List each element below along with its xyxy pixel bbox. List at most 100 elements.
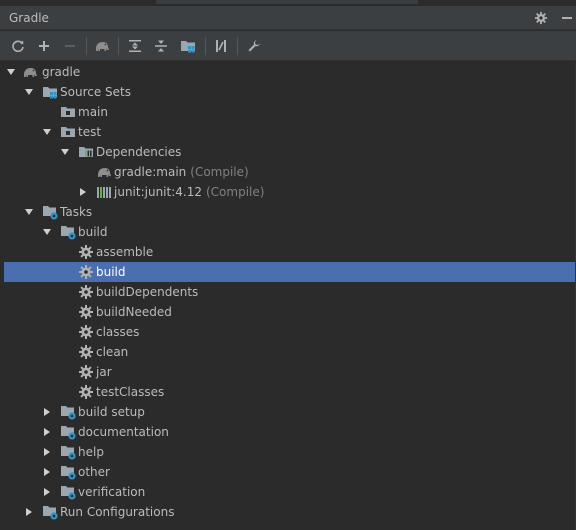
panel-title: Gradle	[9, 11, 49, 25]
tree-node-dep-gradle-main[interactable]: gradle:main (Compile)	[0, 162, 576, 182]
task-folder-icon	[60, 224, 76, 240]
expand-all-icon	[129, 40, 141, 52]
chevron-down-icon[interactable]	[42, 227, 52, 237]
task-label: build	[96, 265, 126, 279]
chevron-down-icon[interactable]	[24, 87, 34, 97]
task-label: jar	[96, 365, 112, 379]
task-folder-icon	[60, 424, 76, 440]
tree-node-label: documentation	[78, 425, 169, 439]
chevron-down-icon[interactable]	[24, 207, 34, 217]
tree-node-dep-junit[interactable]: junit:junit:4.12 (Compile)	[0, 182, 576, 202]
tree-node-label: help	[78, 445, 104, 459]
chevron-down-icon[interactable]	[42, 127, 52, 137]
chevron-right-icon[interactable]	[42, 447, 52, 457]
task-assemble[interactable]: assemble	[0, 242, 576, 262]
tree-node-dependencies[interactable]: Dependencies	[0, 142, 576, 162]
dependency-name: gradle:main	[114, 165, 187, 179]
task-build-selected[interactable]: build	[4, 262, 576, 282]
gradle-elephant-icon	[94, 38, 110, 54]
group-modules-button[interactable]	[179, 37, 197, 55]
chevron-right-icon[interactable]	[42, 467, 52, 477]
editor-tab-strip	[156, 0, 418, 4]
chevron-right-icon[interactable]	[42, 487, 52, 497]
gear-icon	[78, 364, 94, 380]
task-clean[interactable]: clean	[0, 342, 576, 362]
task-folder-icon	[60, 464, 76, 480]
folder-modules-icon	[42, 84, 58, 100]
tree-node-label: test	[78, 125, 102, 139]
tree-node-run-configurations[interactable]: Run Configurations	[0, 502, 576, 522]
tree-node-gradle[interactable]: gradle	[0, 62, 576, 82]
task-classes[interactable]: classes	[0, 322, 576, 342]
gradle-elephant-icon	[96, 164, 112, 180]
gear-icon	[78, 284, 94, 300]
task-label: classes	[96, 325, 140, 339]
task-label: clean	[96, 345, 129, 359]
toolbar-separator	[86, 37, 87, 55]
dependencies-folder-icon	[78, 144, 94, 160]
plus-icon	[39, 41, 49, 51]
minus-icon	[65, 45, 75, 47]
chevron-right-icon[interactable]	[78, 187, 88, 197]
gear-icon	[78, 264, 94, 280]
tree-node-source-sets[interactable]: Source Sets	[0, 82, 576, 102]
minus-icon[interactable]	[558, 9, 576, 27]
dependency-scope: (Compile)	[205, 185, 265, 199]
toolbar-separator	[118, 37, 119, 55]
gear-icon[interactable]	[532, 9, 550, 27]
collapse-all-button[interactable]	[152, 37, 170, 55]
remove-button[interactable]	[61, 37, 79, 55]
task-testClasses[interactable]: testClasses	[0, 382, 576, 402]
tree-node-label: Tasks	[60, 205, 93, 219]
tree-node-label-group: gradle:main (Compile)	[114, 165, 249, 179]
tree-node-main[interactable]: main	[0, 102, 576, 122]
task-label: buildNeeded	[96, 305, 172, 319]
build-settings-button[interactable]	[245, 37, 263, 55]
refresh-button[interactable]	[9, 37, 27, 55]
tree-node-label: Source Sets	[60, 85, 131, 99]
tree-node-tasks[interactable]: Tasks	[0, 202, 576, 222]
tree-node-label: build setup	[78, 405, 145, 419]
tree-node-build-setup[interactable]: build setup	[0, 402, 576, 422]
chevron-right-icon[interactable]	[42, 407, 52, 417]
tree-node-other[interactable]: other	[0, 462, 576, 482]
task-folder-icon	[42, 504, 58, 520]
task-folder-icon	[60, 484, 76, 500]
task-buildNeeded[interactable]: buildNeeded	[0, 302, 576, 322]
folder-modules-icon	[180, 38, 196, 54]
refresh-icon	[12, 40, 24, 53]
gear-icon	[78, 304, 94, 320]
tree-node-test[interactable]: test	[0, 122, 576, 142]
source-folder-icon	[60, 104, 76, 120]
execute-task-button[interactable]	[93, 37, 111, 55]
task-label: testClasses	[96, 385, 165, 399]
tree-node-label: verification	[78, 485, 146, 499]
tool-window-header: Gradle	[0, 6, 576, 30]
toolbar-separator	[237, 37, 238, 55]
toggle-offline-button[interactable]	[212, 37, 230, 55]
collapse-all-icon	[155, 40, 167, 52]
tree-node-label: gradle	[42, 65, 81, 79]
gear-icon	[78, 324, 94, 340]
tree-node-help[interactable]: help	[0, 442, 576, 462]
tree-node-label: main	[78, 105, 108, 119]
tree-node-verification[interactable]: verification	[0, 482, 576, 502]
chevron-right-icon[interactable]	[24, 507, 34, 517]
toolbar	[0, 31, 576, 61]
tree-node-build-group[interactable]: build	[0, 222, 576, 242]
tree-node-label: Run Configurations	[60, 505, 175, 519]
expand-all-button[interactable]	[126, 37, 144, 55]
tree-node-documentation[interactable]: documentation	[0, 422, 576, 442]
wrench-icon	[248, 40, 260, 52]
chevron-down-icon[interactable]	[6, 67, 16, 77]
task-buildDependents[interactable]: buildDependents	[0, 282, 576, 302]
gear-icon	[78, 244, 94, 260]
add-button[interactable]	[35, 37, 53, 55]
task-folder-icon	[42, 204, 58, 220]
source-folder-icon	[60, 124, 76, 140]
offline-icon	[216, 40, 226, 52]
dependency-name: junit:junit:4.12	[114, 185, 202, 199]
chevron-right-icon[interactable]	[42, 427, 52, 437]
task-jar[interactable]: jar	[0, 362, 576, 382]
chevron-down-icon[interactable]	[60, 147, 70, 157]
